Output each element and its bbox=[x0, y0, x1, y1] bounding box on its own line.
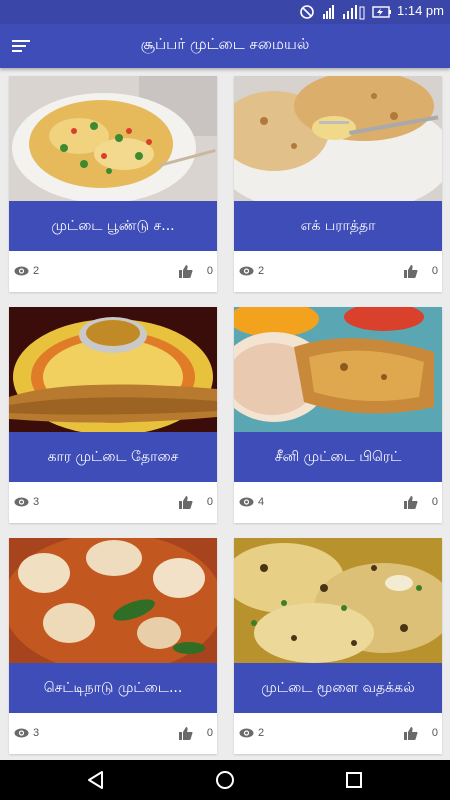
recipe-title: முட்டை மூளை வதக்கல் bbox=[234, 663, 442, 713]
thumbs-up-icon[interactable] bbox=[179, 495, 193, 509]
app-bar: சூப்பர் முட்டை சமையல் bbox=[0, 24, 450, 68]
recipe-card[interactable]: கார முட்டை தோசை 3 0 bbox=[9, 307, 217, 523]
like-count: 0 bbox=[431, 496, 438, 508]
like-count: 0 bbox=[206, 265, 213, 277]
eye-icon bbox=[239, 728, 254, 738]
view-count: 2 bbox=[33, 265, 40, 277]
like-count: 0 bbox=[431, 265, 438, 277]
recipe-stats: 3 0 bbox=[9, 482, 217, 523]
recipe-stats: 2 0 bbox=[234, 713, 442, 754]
recipe-image bbox=[9, 307, 217, 432]
recipe-image bbox=[234, 76, 442, 201]
navigation-bar bbox=[0, 760, 450, 800]
recipe-card[interactable]: முட்டை பூண்டு ச... 2 0 bbox=[9, 76, 217, 292]
recipe-stats: 4 0 bbox=[234, 482, 442, 523]
eye-icon bbox=[14, 497, 29, 507]
recents-icon[interactable] bbox=[342, 768, 366, 792]
recipe-stats: 2 0 bbox=[9, 251, 217, 292]
recipe-image bbox=[234, 538, 442, 663]
view-count: 4 bbox=[258, 496, 265, 508]
recipe-image bbox=[9, 538, 217, 663]
do-not-disturb-icon bbox=[300, 5, 314, 19]
thumbs-up-icon[interactable] bbox=[404, 495, 418, 509]
eye-icon bbox=[14, 266, 29, 276]
like-count: 0 bbox=[431, 727, 438, 739]
status-bar: 1:14 pm bbox=[0, 0, 450, 24]
recipe-title: முட்டை பூண்டு ச... bbox=[9, 201, 217, 251]
view-count: 2 bbox=[258, 265, 265, 277]
recipe-title: கார முட்டை தோசை bbox=[9, 432, 217, 482]
view-count: 3 bbox=[33, 496, 40, 508]
thumbs-up-icon[interactable] bbox=[404, 726, 418, 740]
recipe-card[interactable]: சீனி முட்டை பிரெட் 4 0 bbox=[234, 307, 442, 523]
view-count: 3 bbox=[33, 727, 40, 739]
signal-icon bbox=[323, 5, 334, 19]
recipe-image bbox=[9, 76, 217, 201]
recipe-image bbox=[234, 307, 442, 432]
like-count: 0 bbox=[206, 496, 213, 508]
eye-icon bbox=[239, 497, 254, 507]
recipe-card[interactable]: முட்டை மூளை வதக்கல் 2 0 bbox=[234, 538, 442, 754]
recipe-stats: 2 0 bbox=[234, 251, 442, 292]
status-time: 1:14 pm bbox=[397, 3, 444, 18]
view-count: 2 bbox=[258, 727, 265, 739]
home-icon[interactable] bbox=[213, 768, 237, 792]
recipe-card[interactable]: செட்டிநாடு முட்டை... 3 0 bbox=[9, 538, 217, 754]
recipe-title: செட்டிநாடு முட்டை... bbox=[9, 663, 217, 713]
thumbs-up-icon[interactable] bbox=[179, 726, 193, 740]
recipe-stats: 3 0 bbox=[9, 713, 217, 754]
eye-icon bbox=[14, 728, 29, 738]
recipe-card[interactable]: எக் பராத்தா 2 0 bbox=[234, 76, 442, 292]
app-title: சூப்பர் முட்டை சமையல் bbox=[140, 35, 310, 53]
recipe-grid[interactable]: முட்டை பூண்டு ச... 2 0 எக் பராத்தா 2 0 க… bbox=[0, 68, 450, 760]
eye-icon bbox=[239, 266, 254, 276]
battery-charging-icon bbox=[372, 6, 391, 18]
recipe-title: சீனி முட்டை பிரெட் bbox=[234, 432, 442, 482]
signal-icon bbox=[343, 5, 365, 20]
back-icon[interactable] bbox=[84, 768, 108, 792]
like-count: 0 bbox=[206, 727, 213, 739]
thumbs-up-icon[interactable] bbox=[404, 264, 418, 278]
recipe-title: எக் பராத்தா bbox=[234, 201, 442, 251]
thumbs-up-icon[interactable] bbox=[179, 264, 193, 278]
